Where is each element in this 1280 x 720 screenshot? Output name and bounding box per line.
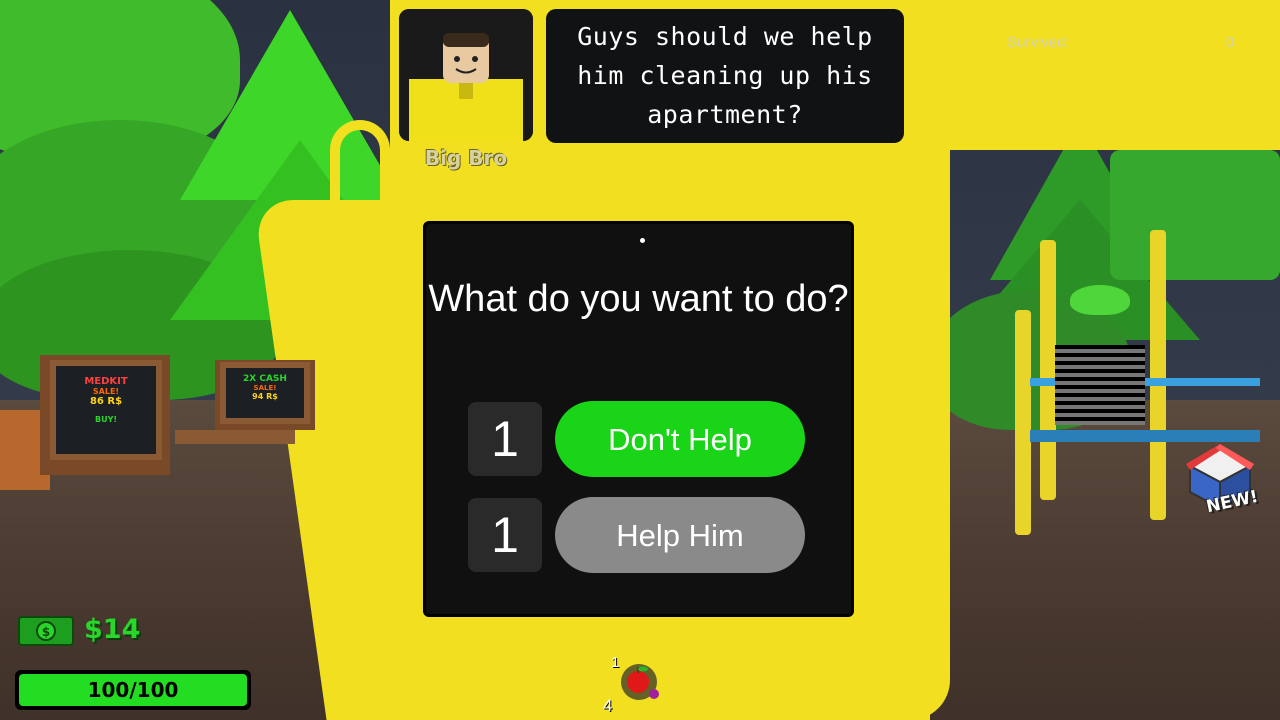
playground	[1040, 240, 1056, 500]
hotbar-count: 4	[603, 696, 613, 715]
vote-count-help-him: 1	[468, 498, 542, 572]
hotbar-key: 1	[611, 654, 620, 671]
speaker-name: Big Bro	[424, 146, 508, 170]
choice-modal: What do you want to do? 1 Don't Help 1 H…	[423, 221, 854, 617]
health-text: 100/100	[87, 678, 179, 702]
survived-count: 0	[1226, 34, 1235, 51]
picnic-table	[175, 430, 295, 444]
vote-count-dont-help: 1	[468, 402, 542, 476]
cash-icon: $	[18, 616, 74, 646]
dont-help-button[interactable]: Don't Help	[555, 401, 805, 477]
help-him-button[interactable]: Help Him	[555, 497, 805, 573]
avatar-icon	[399, 9, 533, 141]
health-bar: 100/100	[15, 670, 251, 710]
cash-amount: $14	[84, 614, 141, 645]
modal-dot	[640, 238, 645, 243]
double-cash-sign: 2X CASH SALE! 94 R$	[220, 362, 310, 424]
hotbar-slot[interactable]: 1 4	[603, 654, 670, 716]
speech-bubble: Guys should we help him cleaning up his …	[546, 9, 904, 143]
medkit-sign: MEDKIT SALE! 86 R$ BUY!	[50, 360, 162, 460]
survived-label: Survived:	[1007, 34, 1070, 51]
choice-question: What do you want to do?	[428, 278, 849, 320]
svg-text:$: $	[42, 625, 50, 639]
speaker-portrait	[399, 9, 533, 141]
